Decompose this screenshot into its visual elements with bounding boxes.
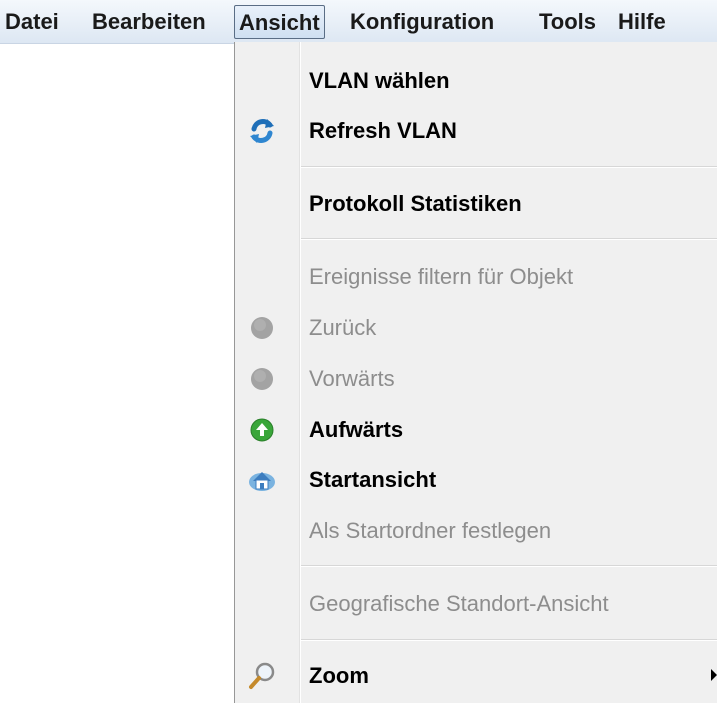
menu-item-label: Aufwärts xyxy=(309,417,404,442)
up-icon xyxy=(245,413,279,447)
menu-item-vlan-waehlen[interactable]: VLAN wählen xyxy=(235,56,717,106)
menu-item-label: Zurück xyxy=(309,315,377,340)
refresh-icon xyxy=(245,114,279,148)
menu-item-startansicht[interactable]: Startansicht xyxy=(235,455,717,505)
menu-item-ereignisse-filtern[interactable]: Ereignisse filtern für Objekt xyxy=(235,252,717,302)
menu-item-zurueck[interactable]: Zurück xyxy=(235,303,717,353)
menu-separator xyxy=(301,238,717,240)
home-icon xyxy=(245,463,279,497)
menu-item-zoom[interactable]: Zoom xyxy=(235,651,717,701)
menu-item-label: Startansicht xyxy=(309,467,437,492)
menu-item-geografische-standort-ansicht[interactable]: Geografische Standort-Ansicht xyxy=(235,579,717,629)
menu-item-als-startordner-festlegen[interactable]: Als Startordner festlegen xyxy=(235,506,717,556)
submenu-arrow-icon xyxy=(711,669,717,681)
menu-item-protokoll-statistiken[interactable]: Protokoll Statistiken xyxy=(235,179,717,229)
menu-separator xyxy=(301,166,717,168)
menu-item-label: Protokoll Statistiken xyxy=(309,191,522,216)
menu-item-label: Vorwärts xyxy=(309,366,395,391)
menu-item-label: VLAN wählen xyxy=(309,68,450,93)
menu-bar: Datei Bearbeiten Ansicht Konfiguration T… xyxy=(0,0,717,44)
menu-separator xyxy=(301,565,717,567)
menu-tools[interactable]: Tools xyxy=(535,5,600,39)
menu-datei[interactable]: Datei xyxy=(1,5,63,39)
menu-separator xyxy=(301,639,717,641)
menu-item-label: Ereignisse filtern für Objekt xyxy=(309,264,574,289)
menu-item-label: Refresh VLAN xyxy=(309,118,457,143)
menu-bearbeiten[interactable]: Bearbeiten xyxy=(88,5,210,39)
back-icon xyxy=(245,311,279,345)
menu-item-label: Zoom xyxy=(309,663,369,688)
menu-konfiguration[interactable]: Konfiguration xyxy=(346,5,498,39)
menu-hilfe[interactable]: Hilfe xyxy=(614,5,670,39)
content-area xyxy=(0,44,234,703)
menu-item-refresh-vlan[interactable]: Refresh VLAN xyxy=(235,106,717,156)
zoom-icon xyxy=(245,659,279,693)
menu-item-aufwaerts[interactable]: Aufwärts xyxy=(235,405,717,455)
menu-item-label: Geografische Standort-Ansicht xyxy=(309,591,609,616)
menu-item-vorwaerts[interactable]: Vorwärts xyxy=(235,354,717,404)
forward-icon xyxy=(245,362,279,396)
menu-item-label: Als Startordner festlegen xyxy=(309,518,552,543)
menu-ansicht[interactable]: Ansicht xyxy=(234,5,325,39)
ansicht-dropdown-menu: VLAN wählen Refresh VLAN Protokoll Stati… xyxy=(234,42,717,703)
